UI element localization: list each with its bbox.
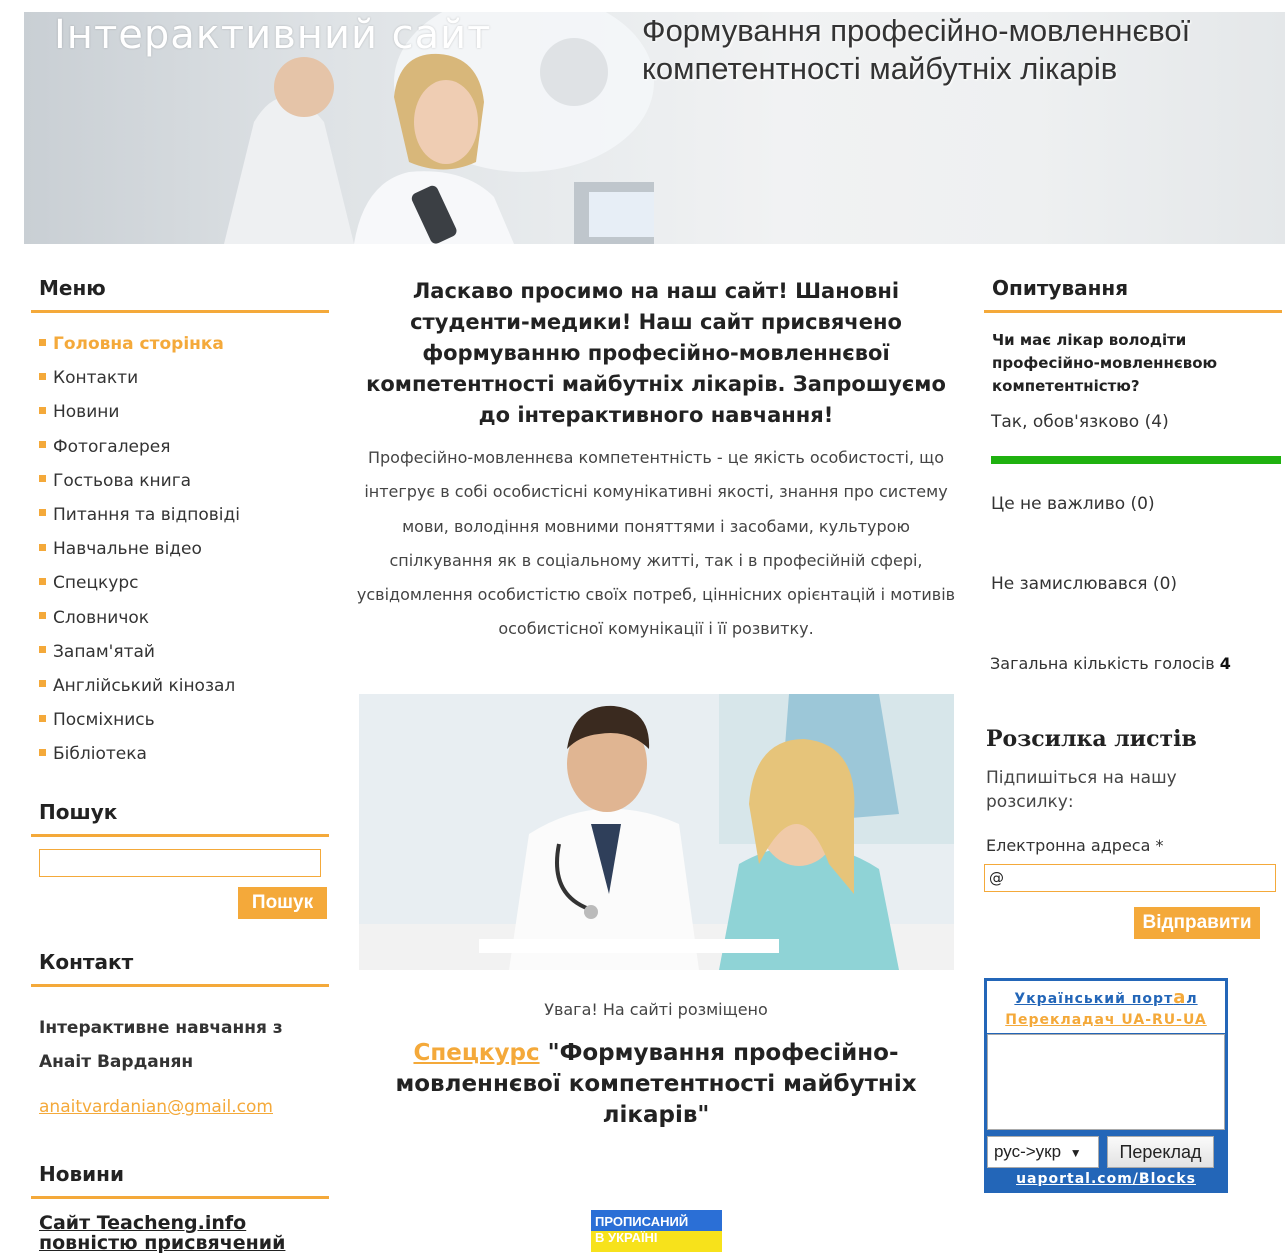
- menu-block: Меню Головна сторінка Контакти Новини Фо…: [31, 276, 329, 771]
- menu-item-remember[interactable]: Запам'ятай: [39, 635, 329, 669]
- translator-title-accent: а: [1173, 987, 1187, 1008]
- bullet-square-icon: [39, 612, 46, 619]
- newsletter-email-field[interactable]: @: [984, 864, 1276, 892]
- news-item-link[interactable]: Сайт Teacheng.info повністю присвячений: [31, 1213, 329, 1253]
- menu-title: Меню: [31, 276, 329, 313]
- newsletter-email-label: Електронна адреса *: [986, 836, 1164, 855]
- main-content: Ласкаво просимо на наш сайт! Шановні сту…: [356, 276, 956, 647]
- newsletter-description: Підпишіться на нашу розсилку:: [986, 768, 1177, 812]
- poll-total-label: Загальна кількість голосів: [990, 654, 1215, 673]
- menu-item-english-cinema[interactable]: Англійський кінозал: [39, 669, 329, 703]
- doctors-photo: [359, 694, 954, 970]
- bullet-square-icon: [39, 646, 46, 654]
- poll-block: Опитування Чи має лікар володіти професі…: [984, 276, 1282, 673]
- menu-item-faq[interactable]: Питання та відповіді: [39, 498, 329, 532]
- poll-option-yes: Так, обов'язково (4): [991, 412, 1169, 432]
- bullet-square-icon: [39, 475, 46, 483]
- course-announcement: Спецкурс "Формування професійно-мовленнє…: [366, 1038, 946, 1131]
- translate-button[interactable]: Переклад: [1107, 1136, 1214, 1168]
- menu-item-guestbook[interactable]: Гостьова книга: [39, 464, 329, 498]
- poll-option-not-important: Це не важливо (0): [991, 494, 1155, 514]
- search-input[interactable]: [39, 849, 321, 877]
- course-notice: Увага! На сайті розміщено: [544, 1000, 768, 1019]
- site-header: Інтерактивний сайт Формування професійно…: [24, 12, 1285, 244]
- badge-line-1: ПРОПИСАНИЙ: [595, 1214, 689, 1229]
- translator-direction-select[interactable]: рус->укр ▼: [987, 1136, 1099, 1168]
- contact-block: Контакт Інтерактивне навчання з Анаіт Ва…: [31, 950, 329, 1117]
- newsletter-block: Розсилка листів Підпишіться на нашу розс…: [984, 726, 1282, 939]
- top-strip: [0, 0, 1285, 12]
- translator-textarea[interactable]: [987, 1034, 1225, 1130]
- bullet-square-icon: [39, 406, 46, 414]
- news-title: Новини: [31, 1162, 329, 1199]
- bullet-square-icon: [39, 748, 46, 756]
- search-block: Пошук Пошук: [31, 800, 329, 919]
- poll-option-not-thought: Не замислювався (0): [991, 574, 1178, 594]
- menu-item-course[interactable]: Спецкурс: [39, 566, 329, 600]
- translator-header: Український портал Перекладач UA-RU-UA: [987, 981, 1225, 1033]
- badge-line-2: В УКРАЇНІ: [595, 1230, 658, 1245]
- translator-widget: Український портал Перекладач UA-RU-UA р…: [984, 978, 1228, 1193]
- doctors-photo-image: [359, 694, 954, 970]
- newsletter-title: Розсилка листів: [986, 726, 1197, 752]
- translator-footer-link[interactable]: uaportal.com/Blocks: [984, 1171, 1228, 1187]
- menu-item-glossary[interactable]: Словничок: [39, 601, 329, 635]
- search-title: Пошук: [31, 800, 329, 837]
- bullet-square-icon: [39, 372, 46, 380]
- poll-total: Загальна кількість голосів 4: [990, 654, 1231, 673]
- main-menu: Головна сторінка Контакти Новини Фотогал…: [31, 327, 329, 771]
- bullet-square-icon: [39, 543, 46, 551]
- menu-item-home[interactable]: Головна сторінка: [39, 327, 329, 361]
- welcome-heading: Ласкаво просимо на наш сайт! Шановні сту…: [366, 279, 946, 427]
- menu-item-video[interactable]: Навчальне відео: [39, 532, 329, 566]
- poll-result-bar-yes: [991, 456, 1281, 464]
- bullet-square-icon: [39, 509, 46, 517]
- menu-item-library[interactable]: Бібліотека: [39, 737, 329, 771]
- bullet-square-icon: [39, 714, 46, 722]
- menu-item-contacts[interactable]: Контакти: [39, 361, 329, 395]
- intro-paragraph: Професійно-мовленнєва компетентність - ц…: [356, 448, 956, 639]
- poll-title: Опитування: [984, 276, 1282, 313]
- news-block: Новини Сайт Teacheng.info повністю присв…: [31, 1162, 329, 1253]
- bullet-square-icon: [39, 680, 46, 688]
- contact-title: Контакт: [31, 950, 329, 987]
- bullet-square-icon: [39, 441, 46, 449]
- site-title[interactable]: Інтерактивний сайт: [54, 12, 491, 58]
- menu-item-photogallery[interactable]: Фотогалерея: [39, 430, 329, 464]
- contact-email-link[interactable]: anaitvardanian@gmail.com: [31, 1097, 329, 1117]
- translator-portal-link[interactable]: Український портал: [987, 981, 1225, 1008]
- poll-question: Чи має лікар володіти професійно-мовленн…: [992, 331, 1218, 395]
- menu-item-smile[interactable]: Посміхнись: [39, 703, 329, 737]
- site-slogan: Формування професійно-мовленнєвої компет…: [642, 13, 1191, 86]
- bullet-square-icon: [39, 577, 46, 585]
- translator-subtitle-link[interactable]: Перекладач UA-RU-UA: [987, 1012, 1225, 1028]
- contact-text: Інтерактивне навчання з Анаіт Варданян: [39, 1018, 283, 1072]
- bullet-square-icon: [39, 338, 46, 346]
- newsletter-submit-button[interactable]: Відправити: [1134, 907, 1260, 939]
- search-button[interactable]: Пошук: [238, 887, 327, 919]
- registered-in-ukraine-badge[interactable]: ПРОПИСАНИЙ В УКРАЇНІ: [591, 1210, 722, 1252]
- poll-total-count: 4: [1219, 654, 1231, 673]
- dropdown-triangle-icon: ▼: [1069, 1146, 1082, 1160]
- course-link[interactable]: Спецкурс: [413, 1040, 539, 1066]
- menu-item-news[interactable]: Новини: [39, 395, 329, 429]
